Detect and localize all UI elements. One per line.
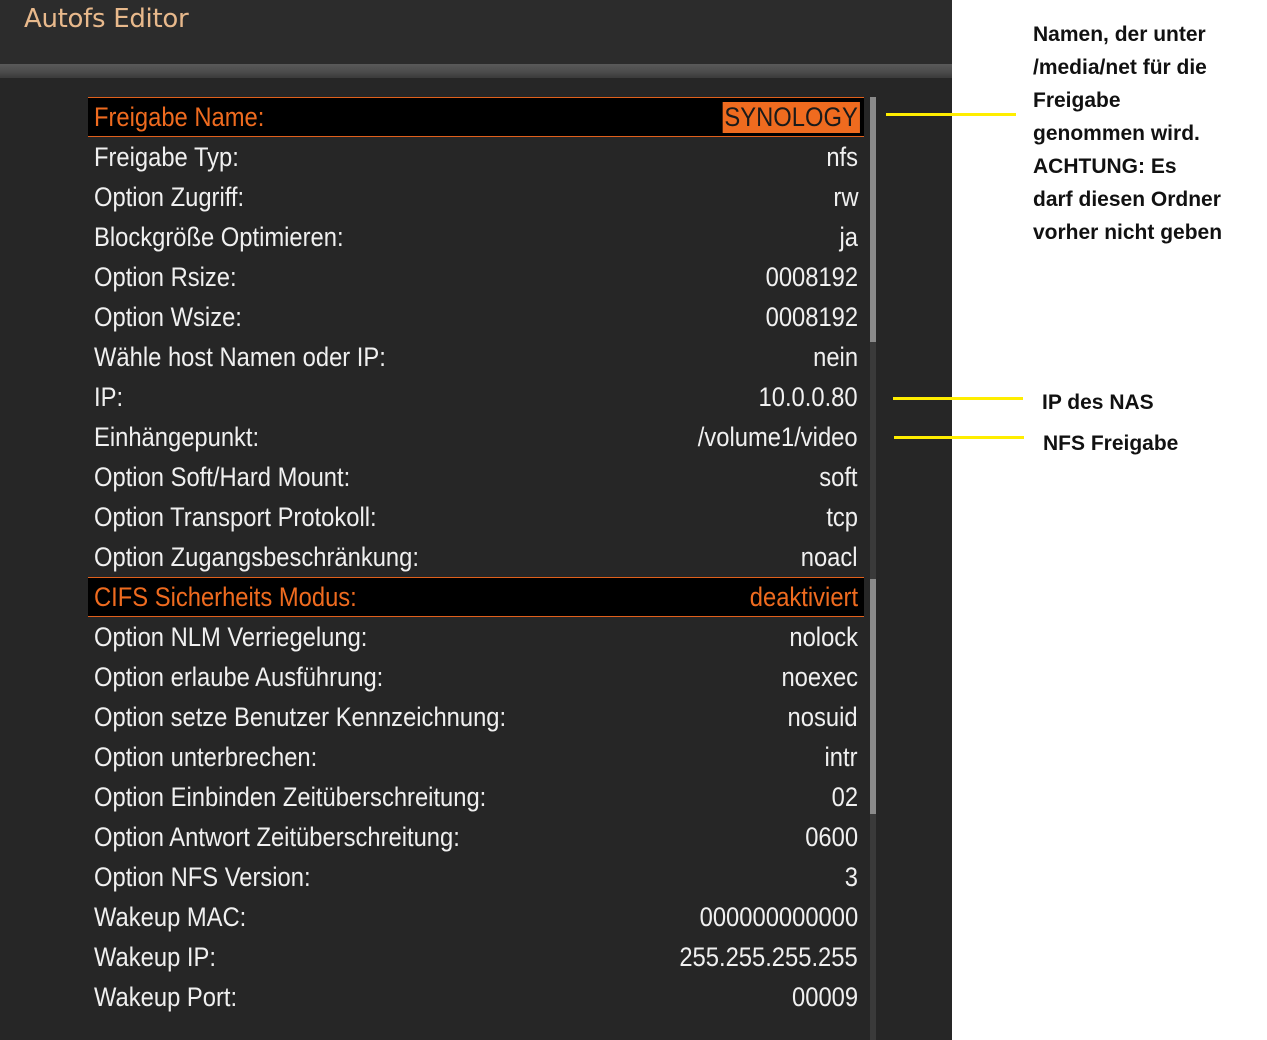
share-name-note-line: darf diesen Ordner xyxy=(1033,188,1221,211)
setting-label: Wakeup MAC: xyxy=(94,901,247,932)
tv-screen: Autofs Editor Freigabe Name: SYNOLOGY Frei… xyxy=(0,0,952,1040)
settings-row[interactable]: Option Rsize: 0008192 xyxy=(88,257,864,297)
setting-label: Option Antwort Zeitüberschreitung: xyxy=(94,821,460,852)
settings-row[interactable]: Freigabe Name: SYNOLOGY xyxy=(88,97,864,137)
setting-value: 0008192 xyxy=(765,301,858,332)
setting-value: /volume1/video xyxy=(698,421,858,452)
setting-value: deaktiviert xyxy=(749,581,858,612)
setting-label: Wakeup IP: xyxy=(94,941,216,972)
setting-value: ja xyxy=(839,221,858,252)
settings-row[interactable]: Option Transport Protokoll: tcp xyxy=(88,497,864,537)
setting-value: 0600 xyxy=(805,821,858,852)
title-separator xyxy=(0,64,952,78)
mount-point-leader-line xyxy=(894,436,1024,439)
share-name-note-line: vorher nicht geben xyxy=(1033,221,1223,244)
setting-label: Option Transport Protokoll: xyxy=(94,501,377,532)
setting-value: 00009 xyxy=(791,981,858,1012)
setting-value: noacl xyxy=(801,541,858,572)
settings-list: Freigabe Name: SYNOLOGY Freigabe Typ: nfs Op… xyxy=(88,97,864,1017)
settings-row[interactable]: Freigabe Typ: nfs xyxy=(88,137,864,177)
scroll-thumb-second[interactable] xyxy=(870,579,876,814)
setting-label: Freigabe Typ: xyxy=(94,141,239,172)
setting-value: 02 xyxy=(831,781,858,812)
setting-value: 000000000000 xyxy=(699,901,858,932)
window-title: Autofs Editor xyxy=(24,4,189,34)
setting-value: noexec xyxy=(781,661,858,692)
setting-label: Option Zugriff: xyxy=(94,181,245,212)
settings-row[interactable]: Wakeup IP: 255.255.255.255 xyxy=(88,937,864,977)
settings-row[interactable]: Option Wsize: 0008192 xyxy=(88,297,864,337)
setting-label: Option Rsize: xyxy=(94,261,237,292)
ip-annotation: IP des NAS xyxy=(1042,391,1154,414)
share-name-leader-line xyxy=(886,113,1016,116)
setting-label: IP: xyxy=(94,381,124,412)
settings-row[interactable]: CIFS Sicherheits Modus: deaktiviert xyxy=(88,577,864,617)
setting-value: 10.0.0.80 xyxy=(758,381,858,412)
setting-label: Option Wsize: xyxy=(94,301,242,332)
setting-label: Option erlaube Ausführung: xyxy=(94,661,384,692)
scrollbar[interactable] xyxy=(870,97,876,1040)
setting-label: Option NFS Version: xyxy=(94,861,311,892)
settings-row[interactable]: Wähle host Namen oder IP: nein xyxy=(88,337,864,377)
setting-label: Option Soft/Hard Mount: xyxy=(94,461,351,492)
settings-row[interactable]: Einhängepunkt: /volume1/video xyxy=(88,417,864,457)
setting-label: Option Einbinden Zeitüberschreitung: xyxy=(94,781,487,812)
setting-value: nolock xyxy=(789,621,858,652)
setting-label: Einhängepunkt: xyxy=(94,421,260,452)
scroll-thumb[interactable] xyxy=(870,97,876,342)
settings-row[interactable]: Option erlaube Ausführung: noexec xyxy=(88,657,864,697)
share-name-note-line: genommen wird. xyxy=(1033,122,1200,145)
setting-value: intr xyxy=(824,741,858,772)
ip-leader-line xyxy=(893,397,1023,400)
setting-label: Blockgröße Optimieren: xyxy=(94,221,344,252)
setting-value: rw xyxy=(832,181,858,212)
setting-label: Wakeup Port: xyxy=(94,981,238,1012)
setting-label: Option unterbrechen: xyxy=(94,741,318,772)
settings-row[interactable]: Option Zugangsbeschränkung: noacl xyxy=(88,537,864,577)
setting-value: 3 xyxy=(844,861,858,892)
settings-row[interactable]: Option unterbrechen: intr xyxy=(88,737,864,777)
settings-row[interactable]: Option Zugriff: rw xyxy=(88,177,864,217)
setting-value: tcp xyxy=(826,501,858,532)
settings-row[interactable]: Option setze Benutzer Kennzeichnung: nosu… xyxy=(88,697,864,737)
setting-value: soft xyxy=(819,461,858,492)
setting-value: 0008192 xyxy=(765,261,858,292)
share-name-note-line: Freigabe xyxy=(1033,89,1121,112)
setting-label: Option NLM Verriegelung: xyxy=(94,621,368,652)
settings-row[interactable]: Wakeup MAC: 000000000000 xyxy=(88,897,864,937)
setting-label: CIFS Sicherheits Modus: xyxy=(94,581,357,612)
settings-row[interactable]: Option NFS Version: 3 xyxy=(88,857,864,897)
setting-label: Wähle host Namen oder IP: xyxy=(94,341,386,372)
setting-value: nosuid xyxy=(787,701,858,732)
share-name-note-line: ACHTUNG: Es xyxy=(1033,155,1177,178)
setting-value: 255.255.255.255 xyxy=(679,941,858,972)
setting-label: Option setze Benutzer Kennzeichnung: xyxy=(94,701,507,732)
title-bar: Autofs Editor xyxy=(0,0,952,64)
share-name-annotation: Namen, der unter /media/net für die Frei… xyxy=(1033,18,1263,249)
settings-row[interactable]: Option Antwort Zeitüberschreitung: 0600 xyxy=(88,817,864,857)
settings-row[interactable]: Option NLM Verriegelung: nolock xyxy=(88,617,864,657)
settings-row[interactable]: Option Einbinden Zeitüberschreitung: 02 xyxy=(88,777,864,817)
setting-label: Freigabe Name: xyxy=(94,101,265,132)
share-name-note-line: /media/net für die xyxy=(1033,56,1207,79)
settings-row[interactable]: Blockgröße Optimieren: ja xyxy=(88,217,864,257)
share-name-note-line: Namen, der unter xyxy=(1033,23,1206,46)
settings-row[interactable]: IP: 10.0.0.80 xyxy=(88,377,864,417)
settings-row[interactable]: Option Soft/Hard Mount: soft xyxy=(88,457,864,497)
mount-point-annotation: NFS Freigabe xyxy=(1043,432,1179,455)
setting-value: nein xyxy=(813,341,858,372)
setting-label: Option Zugangsbeschränkung: xyxy=(94,541,419,572)
setting-value: SYNOLOGY xyxy=(723,101,860,133)
settings-row[interactable]: Wakeup Port: 00009 xyxy=(88,977,864,1017)
setting-value: nfs xyxy=(826,141,858,172)
